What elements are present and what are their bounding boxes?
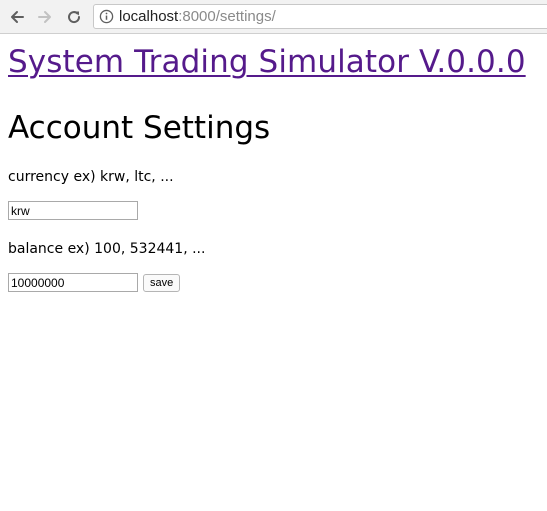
reload-icon: [68, 11, 81, 24]
currency-label: currency ex) krw, ltc, ...: [8, 169, 174, 185]
browser-toolbar: localhost:8000/settings/: [0, 0, 547, 34]
page-title: Account Settings: [8, 110, 271, 146]
site-title-link[interactable]: System Trading Simulator V.0.0.0: [8, 44, 526, 80]
forward-arrow-icon: [38, 11, 51, 23]
address-bar[interactable]: localhost:8000/settings/: [93, 4, 547, 29]
url-host: localhost: [119, 8, 179, 25]
back-arrow-icon: [11, 11, 24, 23]
back-button[interactable]: [6, 6, 28, 28]
save-button[interactable]: save: [143, 273, 181, 292]
balance-input[interactable]: [8, 273, 138, 292]
currency-row: [8, 201, 539, 220]
info-icon[interactable]: [99, 9, 114, 24]
balance-label: balance ex) 100, 532441, ...: [8, 241, 206, 257]
url-text[interactable]: localhost:8000/settings/: [119, 8, 276, 25]
reload-button[interactable]: [63, 6, 85, 28]
site-title: System Trading Simulator V.0.0.0: [8, 42, 539, 82]
url-path: :8000/settings/: [178, 8, 276, 25]
balance-row: save: [8, 273, 539, 292]
currency-input[interactable]: [8, 201, 138, 220]
page-content: System Trading Simulator V.0.0.0 Account…: [0, 42, 547, 292]
forward-button[interactable]: [34, 6, 56, 28]
